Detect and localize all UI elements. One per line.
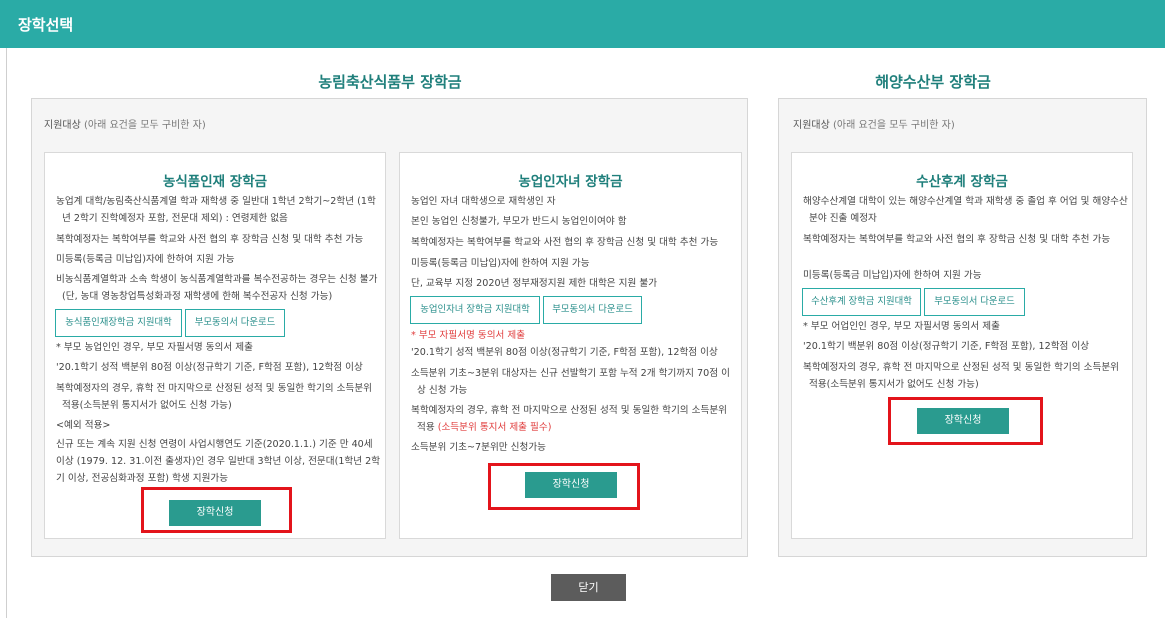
close-button[interactable]: 닫기 bbox=[551, 574, 626, 601]
talent-item: 복학예정자는 복학여부를 학교와 사전 협의 후 장학금 신청 및 대학 추천 … bbox=[56, 234, 364, 245]
fishery-note: 복학예정자의 경우, 휴학 전 마지막으로 산정된 성적 및 동일한 학기의 소… bbox=[803, 362, 1119, 390]
title-bar: 장학선택 bbox=[0, 0, 1165, 48]
successor-note: 소득분위 기초~7분위만 신청가능 bbox=[411, 442, 546, 453]
fishery-univ-list-button[interactable]: 수산후계 장학금 지원대학 bbox=[802, 288, 921, 316]
window-title: 장학선택 bbox=[18, 16, 74, 34]
successor-item: 미등록(등록금 미납입)자에 한하여 지원 가능 bbox=[411, 258, 590, 269]
successor-item: 단, 교육부 지정 2020년 정부재정지원 제한 대학은 지원 불가 bbox=[411, 278, 658, 289]
talent-exception-label: <예외 적용> bbox=[56, 420, 111, 431]
agri-target-label: 지원대상 (아래 요건을 모두 구비한 자) bbox=[44, 120, 206, 131]
fishery-consent-download-button[interactable]: 부모동의서 다운로드 bbox=[924, 288, 1025, 316]
fishery-card-title: 수산후계 장학금 bbox=[916, 174, 1008, 190]
talent-univ-list-button[interactable]: 농식품인재장학금 지원대학 bbox=[55, 309, 182, 337]
successor-card-title: 농업인자녀 장학금 bbox=[518, 174, 623, 190]
successor-apply-button[interactable]: 장학신청 bbox=[525, 472, 617, 498]
fishery-note: '20.1학기 백분위 80점 이상(정규학기 기준, F학점 포함), 12학… bbox=[803, 341, 1090, 352]
successor-note: '20.1학기 성적 백분위 80점 이상(정규학기 기준, F학점 포함), … bbox=[411, 347, 718, 358]
agri-section-title: 농림축산식품부 장학금 bbox=[318, 73, 462, 91]
successor-item: 복학예정자는 복학여부를 학교와 사전 협의 후 장학금 신청 및 대학 추천 … bbox=[411, 237, 719, 248]
successor-consent-download-button[interactable]: 부모동의서 다운로드 bbox=[543, 296, 642, 324]
talent-item: 비농식품계열학과 소속 학생이 농식품계열학과를 복수전공하는 경우는 신청 불… bbox=[56, 274, 378, 302]
successor-univ-list-button[interactable]: 농업인자녀 장학금 지원대학 bbox=[410, 296, 540, 324]
talent-note: '20.1학기 성적 백분위 80점 이상(정규학기 기준, F학점 포함), … bbox=[56, 362, 363, 373]
talent-apply-button[interactable]: 장학신청 bbox=[169, 500, 261, 526]
talent-item: 미등록(등록금 미납입)자에 한하여 지원 가능 bbox=[56, 254, 235, 265]
successor-resume-note: 복학예정자의 경우, 휴학 전 마지막으로 산정된 성적 및 동일한 학기의 소… bbox=[411, 405, 727, 433]
successor-item: 농업인 자녀 대학생으로 재학생인 자 bbox=[411, 196, 556, 207]
successor-resume-required: (소득분위 통지서 제출 필수) bbox=[437, 422, 552, 433]
frame-border bbox=[6, 48, 7, 618]
fishery-apply-button[interactable]: 장학신청 bbox=[917, 408, 1009, 434]
talent-exception-text: 신규 또는 계속 지원 신청 연령이 사업시행연도 기준(2020.1.1.) … bbox=[56, 439, 381, 484]
ocean-section-title: 해양수산부 장학금 bbox=[875, 73, 991, 91]
fishery-item: 복학예정자는 복학여부를 학교와 사전 협의 후 장학금 신청 및 대학 추천 … bbox=[803, 234, 1111, 245]
talent-item: 농업계 대학/농림축산식품계열 학과 재학생 중 일반대 1학년 2학기~2학년… bbox=[56, 196, 376, 224]
successor-note: 소득분위 기초~3분위 대상자는 신규 선발학기 포함 누적 2개 학기까지 7… bbox=[411, 368, 730, 396]
talent-card-title: 농식품인재 장학금 bbox=[162, 174, 268, 190]
ocean-target-label: 지원대상 (아래 요건을 모두 구비한 자) bbox=[793, 120, 955, 131]
fishery-item: 해양수산계열 대학이 있는 해양수산계열 학과 재학생 중 졸업 후 어업 및 … bbox=[803, 196, 1128, 224]
successor-red-note: * 부모 자필서명 동의서 제출 bbox=[411, 330, 526, 341]
talent-note: 복학예정자의 경우, 휴학 전 마지막으로 산정된 성적 및 동일한 학기의 소… bbox=[56, 383, 372, 411]
fishery-item: 미등록(등록금 미납입)자에 한하여 지원 가능 bbox=[803, 270, 982, 281]
talent-consent-download-button[interactable]: 부모동의서 다운로드 bbox=[185, 309, 285, 337]
talent-note: * 부모 농업인인 경우, 부모 자필서명 동의서 제출 bbox=[56, 342, 253, 353]
fishery-note: * 부모 어업인인 경우, 부모 자필서명 동의서 제출 bbox=[803, 321, 1000, 332]
successor-item: 본인 농업인 신청불가, 부모가 반드시 농업인이여야 함 bbox=[411, 216, 627, 227]
